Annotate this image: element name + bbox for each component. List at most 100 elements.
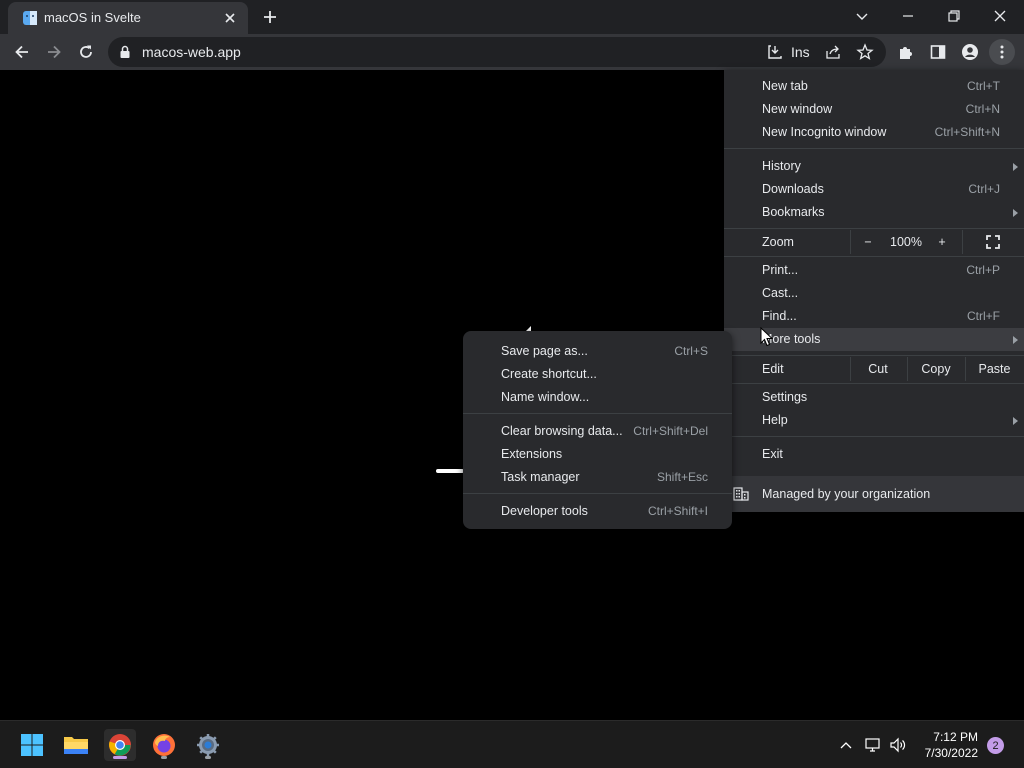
menu-item-save-page-as[interactable]: Save page as... Ctrl+S: [463, 340, 732, 363]
tab-macos-in-svelte[interactable]: macOS in Svelte: [8, 2, 248, 34]
windows-logo-icon: [21, 734, 43, 756]
fullscreen-button[interactable]: [976, 230, 1010, 254]
menu-item-developer-tools[interactable]: Developer tools Ctrl+Shift+I: [463, 500, 732, 523]
restore-icon[interactable]: [934, 4, 974, 28]
profile-button[interactable]: [957, 39, 983, 65]
new-tab-icon[interactable]: [258, 6, 282, 28]
menu-separator: [724, 148, 1024, 149]
kebab-menu-icon: [1000, 45, 1004, 59]
menu-item-shortcut: Ctrl+S: [674, 344, 708, 358]
paste-button[interactable]: Paste: [965, 357, 1024, 381]
tab-close-icon[interactable]: [220, 8, 240, 28]
menu-item-task-manager[interactable]: Task manager Shift+Esc: [463, 466, 732, 489]
finder-favicon-icon: [23, 11, 37, 25]
cut-button[interactable]: Cut: [850, 357, 906, 381]
bookmark-star-icon[interactable]: [854, 41, 876, 63]
menu-item-label: New Incognito window: [762, 125, 887, 139]
running-indicator: [113, 756, 127, 759]
menu-item-help[interactable]: Help: [724, 409, 1024, 432]
taskbar-file-explorer[interactable]: [60, 729, 92, 761]
menu-item-extensions[interactable]: Extensions: [463, 443, 732, 466]
forward-button[interactable]: [41, 39, 67, 65]
zoom-out-button[interactable]: −: [850, 230, 886, 254]
menu-item-print[interactable]: Print... Ctrl+P: [724, 259, 1024, 282]
lock-icon[interactable]: [119, 45, 131, 59]
menu-item-label: Cast...: [762, 286, 799, 300]
extensions-button[interactable]: [893, 39, 919, 65]
menu-item-history[interactable]: History: [724, 155, 1024, 178]
system-clock[interactable]: 7:12 PM 7/30/2022: [908, 729, 978, 761]
menu-item-new-incognito-window[interactable]: New Incognito window Ctrl+Shift+N: [724, 121, 1024, 144]
zoom-in-button[interactable]: +: [926, 230, 958, 254]
windows-taskbar: 7:12 PM 7/30/2022 2: [0, 720, 1024, 768]
taskbar-chrome[interactable]: [104, 729, 136, 761]
tab-search-chevron-icon[interactable]: [842, 4, 882, 28]
taskbar-settings[interactable]: [192, 729, 224, 761]
menu-item-name-window[interactable]: Name window...: [463, 386, 732, 409]
menu-item-label: Name window...: [501, 390, 590, 404]
chrome-menu-button[interactable]: [989, 39, 1015, 65]
notification-badge[interactable]: 2: [987, 737, 1004, 754]
menu-item-bookmarks[interactable]: Bookmarks: [724, 201, 1024, 224]
menu-item-create-shortcut[interactable]: Create shortcut...: [463, 363, 732, 386]
menu-item-clear-browsing-data[interactable]: Clear browsing data... Ctrl+Shift+Del: [463, 420, 732, 443]
network-status-button[interactable]: [863, 735, 883, 755]
menu-item-shortcut: Ctrl+J: [968, 182, 1000, 196]
menu-item-cast[interactable]: Cast...: [724, 282, 1024, 305]
reload-icon: [80, 45, 92, 58]
start-button[interactable]: [16, 729, 48, 761]
menu-item-shortcut: Ctrl+F: [967, 309, 1000, 323]
running-indicator: [205, 756, 211, 759]
volume-button[interactable]: [888, 735, 908, 755]
show-hidden-icons-button[interactable]: [836, 735, 856, 755]
managed-by-org-item[interactable]: Managed by your organization: [724, 476, 1024, 512]
menu-item-label: Find...: [762, 309, 797, 323]
share-icon[interactable]: [822, 41, 844, 63]
menu-item-shortcut: Ctrl+N: [965, 102, 1000, 116]
menu-item-settings[interactable]: Settings: [724, 386, 1024, 409]
puzzle-icon: [900, 47, 912, 59]
menu-separator: [724, 355, 1024, 356]
menu-item-shortcut: Ctrl+Shift+I: [647, 504, 708, 518]
copy-button[interactable]: Copy: [907, 357, 965, 381]
menu-item-new-tab[interactable]: New tab Ctrl+T: [724, 75, 1024, 98]
address-bar[interactable]: macos-web.app Ins: [108, 37, 886, 67]
url-text[interactable]: macos-web.app: [142, 44, 241, 60]
menu-item-label: Print...: [762, 263, 799, 277]
clock-date: 7/30/2022: [924, 746, 978, 760]
edit-row: Edit Cut Copy Paste: [724, 357, 1024, 381]
menu-item-find[interactable]: Find... Ctrl+F: [724, 305, 1024, 328]
menu-separator: [724, 436, 1024, 437]
menu-item-downloads[interactable]: Downloads Ctrl+J: [724, 178, 1024, 201]
menu-item-label: Help: [762, 413, 788, 427]
menu-separator: [463, 413, 732, 414]
menu-item-label: Extensions: [501, 447, 563, 461]
reload-button[interactable]: [73, 39, 99, 65]
side-panel-icon: [930, 45, 946, 59]
install-app-icon[interactable]: [764, 41, 786, 63]
menu-item-shortcut: Ctrl+Shift+N: [934, 125, 1000, 139]
zoom-row: Zoom − 100% +: [724, 230, 1024, 254]
back-button[interactable]: [9, 39, 35, 65]
menu-item-shortcut: Shift+Esc: [656, 470, 708, 484]
minimize-icon[interactable]: [888, 4, 928, 28]
taskbar-firefox[interactable]: [148, 729, 180, 761]
more-tools-submenu: Save page as... Ctrl+S Create shortcut..…: [463, 331, 732, 529]
submenu-arrow-icon: [1013, 163, 1018, 171]
menu-item-label: Clear browsing data...: [501, 424, 623, 438]
building-icon: [733, 487, 749, 501]
menu-item-label: New window: [762, 102, 833, 116]
profile-avatar-icon: [962, 44, 978, 60]
menu-item-exit[interactable]: Exit: [724, 443, 1024, 466]
side-panel-button[interactable]: [925, 39, 951, 65]
menu-item-shortcut: Ctrl+Shift+Del: [633, 424, 708, 438]
close-window-icon[interactable]: [980, 4, 1020, 28]
edit-label: Edit: [762, 362, 784, 376]
mouse-pointer-icon: [760, 327, 774, 347]
menu-item-new-window[interactable]: New window Ctrl+N: [724, 98, 1024, 121]
zoom-divider: [962, 230, 963, 254]
insert-mode-badge: Ins: [791, 44, 810, 60]
managed-label: Managed by your organization: [762, 487, 931, 501]
menu-item-label: History: [762, 159, 801, 173]
tab-title: macOS in Svelte: [44, 10, 141, 25]
